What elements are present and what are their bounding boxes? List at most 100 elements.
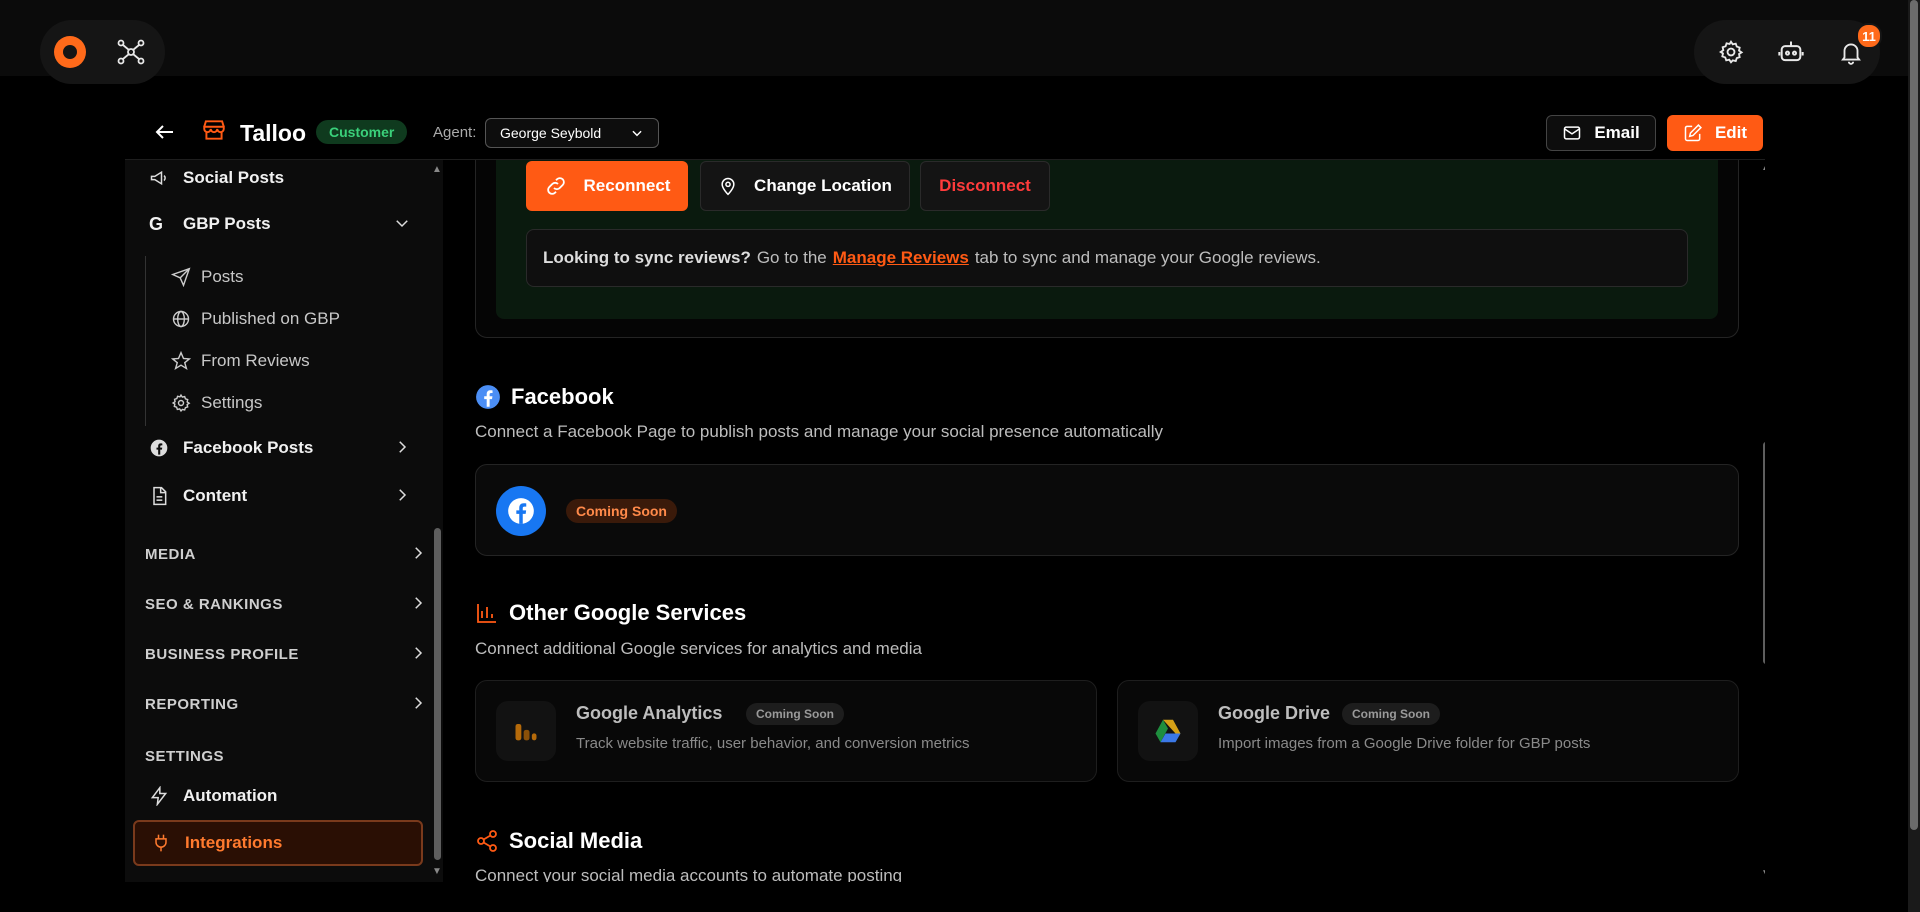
section-title-text: Social Media <box>509 828 643 853</box>
sidebar-subitem-posts[interactable]: Posts <box>145 260 385 294</box>
service-desc: Import images from a Google Drive folder… <box>1218 735 1591 752</box>
app-logo[interactable] <box>54 36 86 68</box>
link-icon <box>544 174 568 198</box>
sidebar: Social Posts G GBP Posts Posts Published… <box>125 160 443 882</box>
main-scrollbar[interactable]: ▲ ▼ <box>1761 160 1765 882</box>
sidebar-section-media[interactable]: MEDIA <box>145 534 435 574</box>
google-drive-card: Google Drive Coming Soon Import images f… <box>1117 680 1739 782</box>
map-pin-icon <box>718 176 738 196</box>
google-drive-icon <box>1138 701 1198 761</box>
agent-select[interactable]: George Seybold <box>485 118 659 148</box>
sync-notice-bold: Looking to sync reviews? <box>543 248 751 267</box>
sidebar-item-gbp-posts[interactable]: G GBP Posts <box>125 204 425 244</box>
customer-badge: Customer <box>316 120 408 144</box>
sidebar-section-business-profile[interactable]: BUSINESS PROFILE <box>145 634 435 674</box>
social-media-section-desc: Connect your social media accounts to au… <box>475 866 903 882</box>
send-icon <box>171 267 191 287</box>
sync-reviews-notice: Looking to sync reviews? Go to the Manag… <box>526 229 1688 287</box>
main-content: Reconnect Change Location Disconnect Loo… <box>443 160 1765 882</box>
section-label: BUSINESS PROFILE <box>145 645 299 663</box>
globe-icon <box>171 309 191 329</box>
sidebar-section-reporting[interactable]: REPORTING <box>145 684 435 724</box>
facebook-section-desc: Connect a Facebook Page to publish posts… <box>475 422 1163 441</box>
disconnect-button[interactable]: Disconnect <box>920 161 1050 211</box>
service-name: Google Drive <box>1218 703 1331 723</box>
scroll-up-arrow-icon[interactable]: ▲ <box>1761 162 1765 173</box>
plug-icon <box>151 833 171 853</box>
edit-button[interactable]: Edit <box>1667 115 1763 151</box>
store-icon <box>201 117 227 143</box>
edit-button-label: Edit <box>1714 123 1748 142</box>
section-label: SEO & RANKINGS <box>145 595 283 613</box>
sidebar-scrollbar[interactable]: ▲ ▼ <box>432 160 443 882</box>
chevron-right-icon <box>393 438 411 456</box>
sidebar-section-seo-rankings[interactable]: SEO & RANKINGS <box>145 584 435 624</box>
sidebar-item-integrations[interactable]: Integrations <box>133 820 423 866</box>
sidebar-item-social-posts[interactable]: Social Posts <box>125 160 425 198</box>
gbp-connected-panel: Reconnect Change Location Disconnect Loo… <box>496 160 1718 319</box>
section-title-text: Other Google Services <box>509 600 747 625</box>
agent-label: Agent: <box>433 124 477 141</box>
sidebar-subitem-published-on-gbp[interactable]: Published on GBP <box>145 302 385 336</box>
section-label: MEDIA <box>145 545 196 563</box>
facebook-icon <box>475 384 501 410</box>
bell-icon[interactable]: 11 <box>1834 23 1882 69</box>
sidebar-subitem-label: Posts <box>201 267 244 286</box>
star-icon <box>171 351 191 371</box>
window-scrollbar[interactable] <box>1908 0 1920 912</box>
chevron-right-icon <box>393 486 411 504</box>
sidebar-subitem-from-reviews[interactable]: From Reviews <box>145 344 385 378</box>
section-label: REPORTING <box>145 695 239 713</box>
gear-icon <box>171 393 191 413</box>
top-left-pill <box>40 20 165 84</box>
top-right-pill: 11 <box>1694 20 1882 84</box>
manage-reviews-link[interactable]: Manage Reviews <box>833 248 969 268</box>
page-header: Talloo Customer Agent: George Seybold Em… <box>125 108 1765 160</box>
coming-soon-badge: Coming Soon <box>746 703 844 725</box>
sidebar-item-label: Facebook Posts <box>183 438 314 457</box>
sidebar-subitem-label: From Reviews <box>201 351 310 370</box>
scroll-down-arrow-icon[interactable]: ▼ <box>1761 868 1765 879</box>
google-g-icon: G <box>149 213 164 234</box>
business-name: Talloo <box>240 120 307 146</box>
sidebar-item-label: Content <box>183 486 248 505</box>
network-icon[interactable] <box>114 35 148 69</box>
service-name: Google Analytics <box>576 703 723 723</box>
facebook-card: Coming Soon <box>475 464 1739 556</box>
sync-notice-pre: Go to the <box>756 248 827 267</box>
google-services-section-desc: Connect additional Google services for a… <box>475 639 922 658</box>
sidebar-subitem-settings[interactable]: Settings <box>145 386 385 420</box>
back-arrow-icon[interactable] <box>153 120 177 144</box>
coming-soon-badge: Coming Soon <box>566 499 677 523</box>
social-media-section-title: Social Media <box>475 828 642 854</box>
sidebar-section-settings: SETTINGS <box>145 736 435 776</box>
megaphone-icon <box>149 168 169 188</box>
sidebar-subitem-label: Settings <box>201 393 263 412</box>
scroll-up-arrow-icon[interactable]: ▲ <box>432 164 442 175</box>
robot-icon[interactable] <box>1774 35 1808 69</box>
lightning-icon <box>149 786 169 806</box>
sidebar-item-label: Social Posts <box>183 168 285 187</box>
gear-icon[interactable] <box>1714 35 1748 69</box>
email-button[interactable]: Email <box>1546 115 1656 151</box>
chevron-right-icon <box>409 594 427 612</box>
service-desc: Track website traffic, user behavior, an… <box>576 735 970 752</box>
change-location-button[interactable]: Change Location <box>700 161 910 211</box>
facebook-icon <box>149 438 169 458</box>
sidebar-item-label: GBP Posts <box>183 214 271 233</box>
sidebar-item-facebook-posts[interactable]: Facebook Posts <box>125 428 425 468</box>
reconnect-button[interactable]: Reconnect <box>526 161 688 211</box>
section-label: SETTINGS <box>145 747 225 765</box>
notification-count-badge: 11 <box>1856 23 1882 49</box>
gbp-connection-card: Reconnect Change Location Disconnect Loo… <box>475 160 1739 338</box>
chevron-down-icon <box>630 126 644 140</box>
chevron-down-icon <box>393 214 411 232</box>
scroll-down-arrow-icon[interactable]: ▼ <box>432 866 442 877</box>
change-location-label: Change Location <box>754 176 892 195</box>
reconnect-label: Reconnect <box>583 176 671 195</box>
sidebar-item-content[interactable]: Content <box>125 476 425 516</box>
sidebar-item-label: Integrations <box>185 833 283 852</box>
bar-chart-icon <box>475 601 499 625</box>
sidebar-item-automation[interactable]: Automation <box>125 776 425 816</box>
chevron-right-icon <box>409 644 427 662</box>
